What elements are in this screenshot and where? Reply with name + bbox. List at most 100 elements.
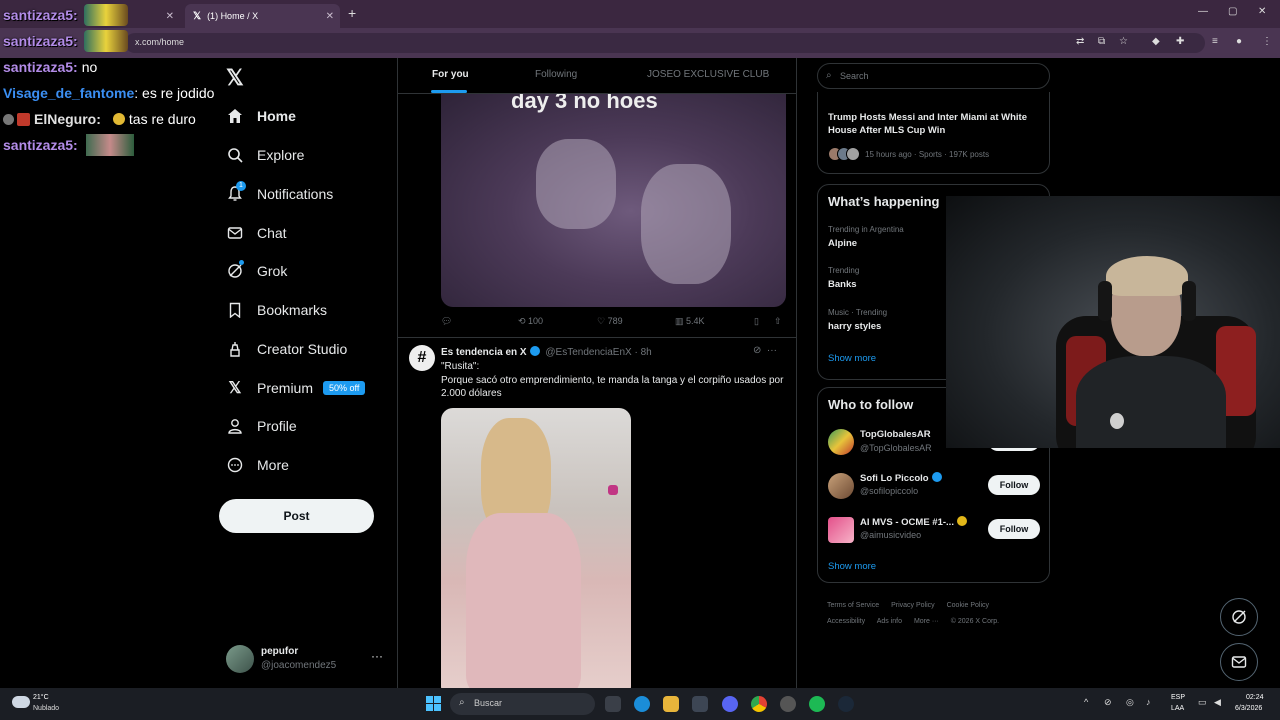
discord-icon[interactable] [722,696,738,712]
post-button[interactable]: Post [219,499,374,533]
tab-following[interactable]: Following [535,69,577,80]
follow-button[interactable]: Follow [988,519,1040,539]
emoji-icon [112,113,125,125]
puzzle-icon[interactable]: ✚ [1176,36,1184,47]
weather-temp[interactable]: 21°C [33,694,49,701]
footer-link[interactable]: More ··· [914,618,939,625]
grok-float-button[interactable] [1220,598,1258,636]
avatar[interactable] [828,429,854,455]
reply-icon[interactable]: 💬︎ [441,316,452,327]
follow-suggestion-name[interactable]: TopGlobalesAR [860,429,931,440]
avatar [226,645,254,673]
badge-icon [17,112,30,126]
taskbar-search[interactable]: ⌕ Buscar [450,693,595,715]
like-button[interactable]: ♡ 789 [597,316,623,327]
menu-dots-icon[interactable]: ⋮ [1262,36,1272,47]
show-more-link[interactable]: Show more [828,353,876,364]
footer-link[interactable]: Privacy Policy [891,602,935,609]
app-icon[interactable] [780,696,796,712]
tray-app-icon[interactable]: ⊘ [1104,697,1112,708]
tray-app-icon[interactable]: ◎ [1126,697,1134,708]
tweet-author-handle[interactable]: @EsTendenciaEnX [545,347,631,358]
chat-user: ElNeguro: [34,111,101,127]
tweet-more-options[interactable]: ⊘ ··· [753,345,777,356]
minimize-button[interactable]: — [1198,6,1208,17]
more-dots-icon[interactable]: ··· [371,649,383,663]
input-language[interactable]: ESP [1171,694,1185,701]
edge-icon[interactable] [634,696,650,712]
tweet-header: Es tendencia en X @EsTendenciaEnX · 8h [441,346,652,358]
tweet-time[interactable]: · 8h [634,347,651,358]
avatar[interactable] [828,517,854,543]
tweet-media-image[interactable] [441,408,631,688]
video-figure [641,164,731,284]
microphone-icon[interactable]: ♪ [1146,697,1151,707]
trend-name[interactable]: harry styles [828,321,881,332]
close-window-button[interactable]: ✕ [1258,6,1266,17]
nav-item-notifications[interactable]: 1 Notifications [226,181,333,207]
follow-button[interactable]: Follow [988,475,1040,495]
spotify-icon[interactable] [809,696,825,712]
extension-icon[interactable]: ◆ [1152,36,1160,47]
views-button[interactable]: ▥ 5.4K [675,316,705,327]
follow-suggestion-name[interactable]: AI MVS - OCME #1-... [860,516,970,528]
translate-icon[interactable]: ⇄ [1076,36,1084,47]
steam-icon[interactable] [838,696,854,712]
network-icon[interactable]: ▭ [1198,697,1207,708]
nav-item-bookmarks[interactable]: Bookmarks [226,297,327,323]
messages-float-button[interactable] [1220,643,1258,681]
store-icon[interactable] [692,696,708,712]
windows-start-icon[interactable] [426,696,441,711]
news-card[interactable]: Trump Hosts Messi and Inter Miami at Whi… [817,92,1050,174]
bookmark-icon[interactable]: ▯ [754,316,759,327]
avatar[interactable]: # [409,345,435,371]
tweet-author-name[interactable]: Es tendencia en X [441,347,527,358]
footer-link[interactable]: Terms of Service [827,602,879,609]
volume-icon[interactable]: ◀ [1214,697,1221,708]
x-icon: 𝕏 [228,380,242,397]
tweet-media-video[interactable]: day 3 no hoes [441,88,786,307]
emote-icon [85,134,134,156]
address-bar[interactable]: x.com/home [125,33,1205,53]
nav-label: Notifications [257,186,334,202]
footer-link[interactable]: Ads info [877,618,902,625]
install-icon[interactable]: ⧉ [1098,36,1105,47]
nav-item-chat[interactable]: Chat [226,220,287,246]
task-view-icon[interactable] [605,696,621,712]
nav-item-grok[interactable]: Grok [226,258,287,284]
follow-suggestion-name[interactable]: Sofi Lo Piccolo [860,472,945,484]
chat-message: tas re duro [128,111,196,127]
profile-avatar-icon[interactable]: ● [1236,36,1242,47]
webcam-pendant [1110,413,1124,429]
tab-joseo-exclusive-club[interactable]: JOSEO EXCLUSIVE CLUB [647,69,769,80]
clock-time[interactable]: 02:24 [1246,694,1264,701]
footer-link[interactable]: Cookie Policy [947,602,989,609]
avatar[interactable] [828,473,854,499]
show-more-link[interactable]: Show more [828,561,876,572]
close-tab-icon[interactable]: ✕ [326,11,334,22]
tweet-text-line: "Rusita": [441,361,480,372]
media-icon[interactable]: ≡ [1212,36,1218,47]
tab-for-you[interactable]: For you [432,69,469,80]
trend-name[interactable]: Alpine [828,238,857,249]
chrome-icon[interactable] [751,696,767,712]
retweet-button[interactable]: ⟲ 100 [518,316,543,327]
share-icon[interactable]: ⇧ [774,316,782,327]
file-explorer-icon[interactable] [663,696,679,712]
maximize-button[interactable]: ▢ [1228,6,1237,17]
nav-item-profile[interactable]: Profile [226,413,297,439]
tray-overflow-icon[interactable]: ^ [1084,697,1088,707]
search-input[interactable]: ⌕ Search [817,63,1050,89]
star-icon[interactable]: ☆ [1119,36,1128,47]
nav-item-more[interactable]: More [226,452,289,478]
footer-link[interactable]: Accessibility [827,618,865,625]
chat-line: Visage_de_fantome : es re jodido [0,80,240,106]
nav-item-premium[interactable]: 𝕏 Premium 50% off [226,375,366,401]
like-count: 789 [607,316,623,326]
account-handle: @joacomendez5 [261,660,337,671]
nav-item-creator-studio[interactable]: Creator Studio [226,336,347,362]
new-tab-button[interactable]: + [348,5,356,21]
chat-line: santizaza5: no [0,54,240,80]
trend-name[interactable]: Banks [828,279,857,290]
account-switcher[interactable]: pepufor @joacomendez5 ··· [226,643,386,675]
